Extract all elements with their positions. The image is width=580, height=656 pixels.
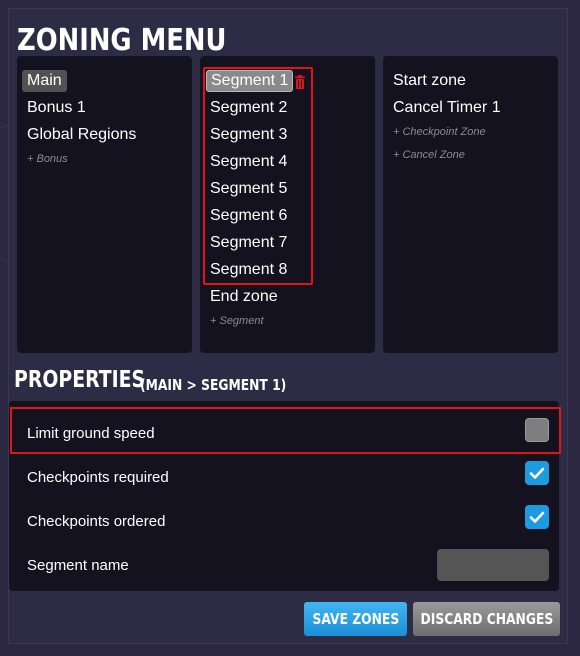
zone-list-panel: Start zone Cancel Timer 1 + Checkpoint Z… xyxy=(383,56,558,353)
segment-name-label: Segment name xyxy=(27,557,129,574)
save-zones-button[interactable]: SAVE ZONES xyxy=(304,602,407,636)
properties-breadcrumb: (MAIN > SEGMENT 1) xyxy=(140,376,287,394)
checkpoints-ordered-label: Checkpoints ordered xyxy=(27,513,166,530)
limit-ground-speed-highlight xyxy=(10,407,561,454)
track-list-panel: Main Bonus 1 Global Regions + Bonus xyxy=(17,56,192,353)
checkpoints-required-checkbox[interactable] xyxy=(525,461,549,485)
add-checkpoint-zone-button[interactable]: + Checkpoint Zone xyxy=(393,126,486,138)
save-zones-label: SAVE ZONES xyxy=(312,610,399,628)
checkmark-icon xyxy=(529,511,545,523)
track-item-bonus-1[interactable]: Bonus 1 xyxy=(22,97,91,119)
track-item-global-regions[interactable]: Global Regions xyxy=(22,124,141,146)
checkmark-icon xyxy=(529,467,545,479)
trash-icon[interactable] xyxy=(294,75,306,89)
add-cancel-zone-button[interactable]: + Cancel Zone xyxy=(393,149,465,161)
add-bonus-button[interactable]: + Bonus xyxy=(27,153,68,165)
segment-name-input[interactable] xyxy=(437,549,549,581)
zone-item-start[interactable]: Start zone xyxy=(388,70,471,92)
discard-changes-button[interactable]: DISCARD CHANGES xyxy=(413,602,560,636)
track-item-main[interactable]: Main xyxy=(22,70,67,92)
window-title: ZONING MENU xyxy=(17,23,227,58)
zone-item-cancel-timer-1[interactable]: Cancel Timer 1 xyxy=(388,97,506,119)
discard-changes-label: DISCARD CHANGES xyxy=(420,610,553,628)
add-segment-button[interactable]: + Segment xyxy=(210,315,264,327)
checkpoints-ordered-checkbox[interactable] xyxy=(525,505,549,529)
end-zone-item[interactable]: End zone xyxy=(205,286,283,308)
checkpoints-required-label: Checkpoints required xyxy=(27,469,169,486)
segment-list-highlight xyxy=(203,67,313,285)
properties-title: PROPERTIES xyxy=(14,367,146,393)
